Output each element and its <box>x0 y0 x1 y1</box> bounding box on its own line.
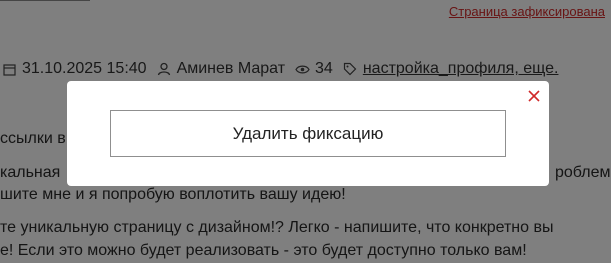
close-icon[interactable] <box>527 89 541 103</box>
page: Страница зафиксирована 31.10.2025 15:40 … <box>0 0 611 263</box>
unfix-modal: Удалить фиксацию <box>67 81 549 186</box>
remove-fix-button[interactable]: Удалить фиксацию <box>110 110 506 157</box>
